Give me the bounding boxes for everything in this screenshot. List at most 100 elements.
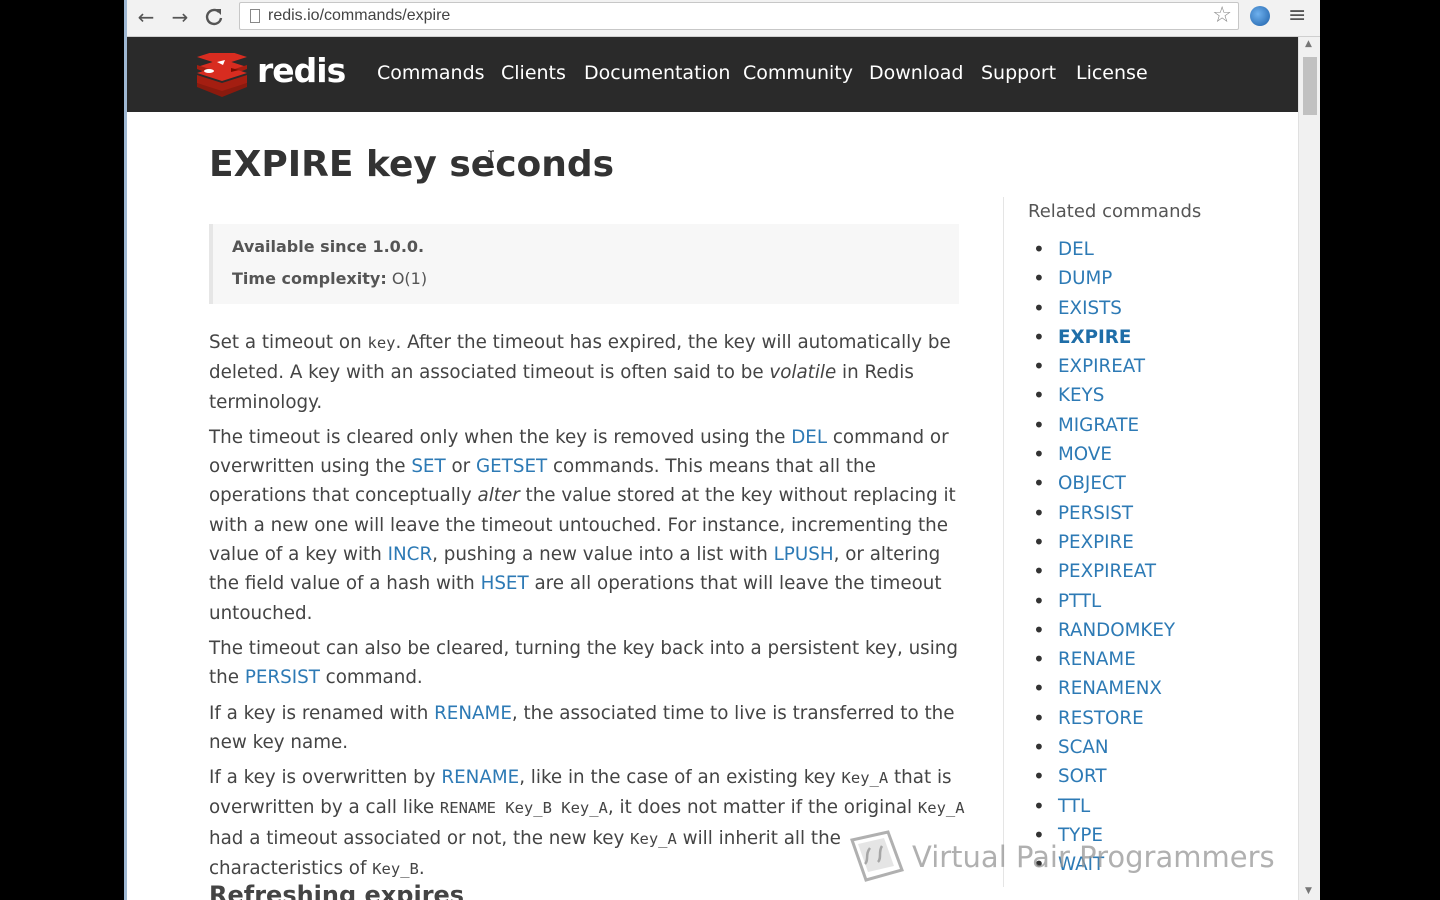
related-item: EXPIREAT (1028, 352, 1175, 382)
inline-code: Key_A (841, 769, 889, 788)
related-item: PEXPIRE (1028, 528, 1175, 558)
bookmark-star-icon[interactable]: ☆ (1212, 3, 1232, 29)
link-lpush[interactable]: LPUSH (774, 544, 834, 565)
emphasis: alter (477, 485, 520, 507)
related-item: WAIT (1028, 850, 1175, 880)
inline-code: Key_A (917, 799, 965, 818)
related-link-pexpireat[interactable]: PEXPIREAT (1058, 561, 1156, 582)
time-complexity-value: O(1) (391, 269, 428, 288)
related-item: RENAME (1028, 645, 1175, 675)
related-item: OBJECT (1028, 469, 1175, 499)
redis-logo-icon[interactable] (195, 53, 249, 97)
page-title: EXPIRE key seconds (209, 144, 615, 185)
related-item: KEYS (1028, 381, 1175, 411)
related-item: TTL (1028, 792, 1175, 822)
link-getset[interactable]: GETSET (476, 456, 547, 477)
time-complexity: Time complexity: O(1) (232, 269, 427, 288)
browser-menu-icon[interactable]: ≡ (1288, 4, 1306, 28)
nav-download[interactable]: Download (869, 62, 963, 84)
text-segment: . (418, 858, 425, 880)
related-link-expire[interactable]: EXPIRE (1058, 327, 1131, 348)
reload-icon (205, 8, 223, 26)
forward-button[interactable]: → (166, 4, 194, 30)
related-link-persist[interactable]: PERSIST (1058, 503, 1133, 524)
related-commands-title: Related commands (1028, 201, 1202, 222)
related-link-object[interactable]: OBJECT (1058, 473, 1126, 494)
related-item: PERSIST (1028, 499, 1175, 529)
related-link-rename[interactable]: RENAME (1058, 649, 1136, 670)
reload-button[interactable] (200, 4, 228, 30)
related-link-move[interactable]: MOVE (1058, 444, 1112, 465)
related-item: PEXPIREAT (1028, 557, 1175, 587)
related-link-keys[interactable]: KEYS (1058, 385, 1104, 406)
vertical-scrollbar[interactable]: ▲ ▼ (1298, 37, 1320, 900)
back-button[interactable]: ← (132, 4, 160, 30)
link-set[interactable]: SET (411, 456, 445, 477)
paragraph-persist: The timeout can also be cleared, turning… (209, 634, 969, 693)
related-item: SCAN (1028, 733, 1175, 763)
related-item: RANDOMKEY (1028, 616, 1175, 646)
brand-name[interactable]: redis (257, 51, 346, 90)
related-link-renamenx[interactable]: RENAMENX (1058, 678, 1162, 699)
text-segment: had a timeout associated or not, the new… (209, 827, 631, 849)
paragraph-intro: Set a timeout on key. After the timeout … (209, 328, 969, 417)
scroll-up-arrow-icon[interactable]: ▲ (1305, 39, 1312, 49)
paragraph-rename: If a key is renamed with RENAME, the ass… (209, 699, 969, 758)
inline-code: RENAME Key_B Key_A (439, 799, 608, 818)
related-item: EXISTS (1028, 294, 1175, 324)
nav-documentation[interactable]: Documentation (584, 62, 730, 84)
nav-community[interactable]: Community (743, 62, 853, 84)
related-link-wait[interactable]: WAIT (1058, 854, 1104, 875)
related-link-restore[interactable]: RESTORE (1058, 708, 1144, 729)
related-link-randomkey[interactable]: RANDOMKEY (1058, 620, 1175, 641)
globe-extension-icon[interactable] (1250, 6, 1270, 26)
scroll-thumb[interactable] (1303, 57, 1317, 115)
link-persist[interactable]: PERSIST (245, 667, 320, 688)
inline-code: Key_B (372, 860, 419, 879)
text-cursor-icon (488, 150, 494, 168)
back-arrow-icon: ← (137, 5, 155, 29)
related-link-ttl[interactable]: TTL (1058, 796, 1090, 817)
time-complexity-label: Time complexity: (232, 269, 387, 288)
related-link-expireat[interactable]: EXPIREAT (1058, 356, 1145, 377)
related-item: TYPE (1028, 821, 1175, 851)
section-heading: Refreshing expires (209, 881, 465, 900)
related-item-current: EXPIRE (1028, 323, 1175, 353)
link-hset[interactable]: HSET (481, 573, 529, 594)
nav-support[interactable]: Support (981, 62, 1056, 84)
text-segment: command. (319, 667, 423, 689)
scroll-down-arrow-icon[interactable]: ▼ (1305, 886, 1312, 896)
related-link-scan[interactable]: SCAN (1058, 737, 1109, 758)
text-segment: or (445, 456, 476, 478)
nav-license[interactable]: License (1076, 62, 1148, 84)
nav-clients[interactable]: Clients (501, 62, 566, 84)
text-segment: If a key is overwritten by (209, 767, 442, 789)
link-incr[interactable]: INCR (388, 544, 433, 565)
nav-commands[interactable]: Commands (377, 62, 485, 84)
related-link-dump[interactable]: DUMP (1058, 268, 1112, 289)
available-since-label: Available since 1.0.0. (232, 237, 425, 256)
related-link-migrate[interactable]: MIGRATE (1058, 415, 1139, 436)
related-link-exists[interactable]: EXISTS (1058, 298, 1122, 319)
text-segment: , like in the case of an existing key (519, 767, 842, 789)
link-del[interactable]: DEL (791, 427, 827, 448)
related-item: DEL (1028, 235, 1175, 265)
related-commands-list: DEL DUMP EXISTS EXPIRE EXPIREAT KEYS MIG… (1028, 235, 1175, 880)
related-item: RENAMENX (1028, 674, 1175, 704)
related-item: PTTL (1028, 587, 1175, 617)
related-link-sort[interactable]: SORT (1058, 766, 1107, 787)
related-item: SORT (1028, 762, 1175, 792)
text-segment: , pushing a new value into a list with (432, 544, 774, 566)
address-bar[interactable]: redis.io/commands/expire ☆ (239, 2, 1239, 30)
available-since: Available since 1.0.0. (232, 237, 424, 256)
page-viewport: redis Commands Clients Documentation Com… (127, 37, 1298, 900)
text-segment: If a key is renamed with (209, 702, 435, 724)
related-link-del[interactable]: DEL (1058, 239, 1094, 260)
related-link-pttl[interactable]: PTTL (1058, 591, 1101, 612)
link-rename[interactable]: RENAME (441, 767, 519, 788)
related-link-type[interactable]: TYPE (1058, 825, 1103, 846)
link-rename[interactable]: RENAME (434, 703, 512, 724)
related-item: RESTORE (1028, 704, 1175, 734)
related-link-pexpire[interactable]: PEXPIRE (1058, 532, 1134, 553)
page-icon (250, 9, 260, 23)
